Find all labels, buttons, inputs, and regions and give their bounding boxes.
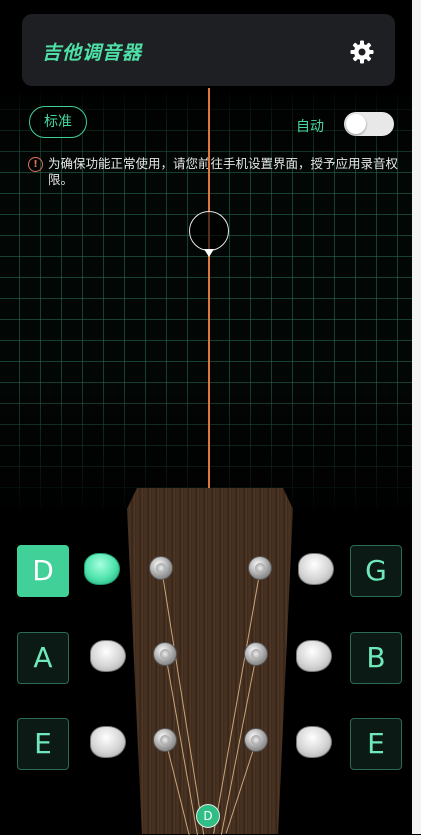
tuning-peg-g[interactable]: [298, 553, 334, 585]
toggle-knob: [346, 114, 366, 134]
peg-post: [153, 642, 177, 666]
app-title: 吉他调音器: [42, 42, 143, 64]
peg-post: [244, 728, 268, 752]
peg-post: [149, 556, 173, 580]
current-note-badge: D: [196, 804, 220, 828]
screen-edge: [412, 0, 421, 834]
auto-toggle[interactable]: [344, 112, 394, 136]
string-button-b[interactable]: B: [350, 632, 402, 684]
tuning-peg-high-e[interactable]: [296, 726, 332, 758]
alert-circle-icon: !: [28, 157, 43, 172]
gear-icon[interactable]: [349, 39, 375, 65]
tuning-peg-d[interactable]: [84, 553, 120, 585]
guitar-headstock: [127, 488, 293, 834]
peg-post: [153, 728, 177, 752]
pitch-indicator-pointer: [204, 249, 214, 257]
string-button-low-e[interactable]: E: [17, 718, 69, 770]
pitch-indicator: [189, 211, 229, 251]
tuning-center-line: [208, 88, 210, 488]
string-button-high-e[interactable]: E: [350, 718, 402, 770]
auto-label: 自动: [296, 119, 324, 135]
string-button-g[interactable]: G: [350, 545, 402, 597]
peg-post: [244, 642, 268, 666]
app-header: 吉他调音器: [22, 14, 395, 86]
permission-warning-text: 为确保功能正常使用，请您前往手机设置界面，授予应用录音权限。: [48, 156, 399, 187]
string-button-a[interactable]: A: [17, 632, 69, 684]
tuning-peg-low-e[interactable]: [90, 726, 126, 758]
tuning-peg-b[interactable]: [296, 640, 332, 672]
peg-post: [248, 556, 272, 580]
string-button-d[interactable]: D: [17, 545, 69, 597]
tuning-mode-button[interactable]: 标准: [29, 106, 87, 138]
tuning-peg-a[interactable]: [90, 640, 126, 672]
